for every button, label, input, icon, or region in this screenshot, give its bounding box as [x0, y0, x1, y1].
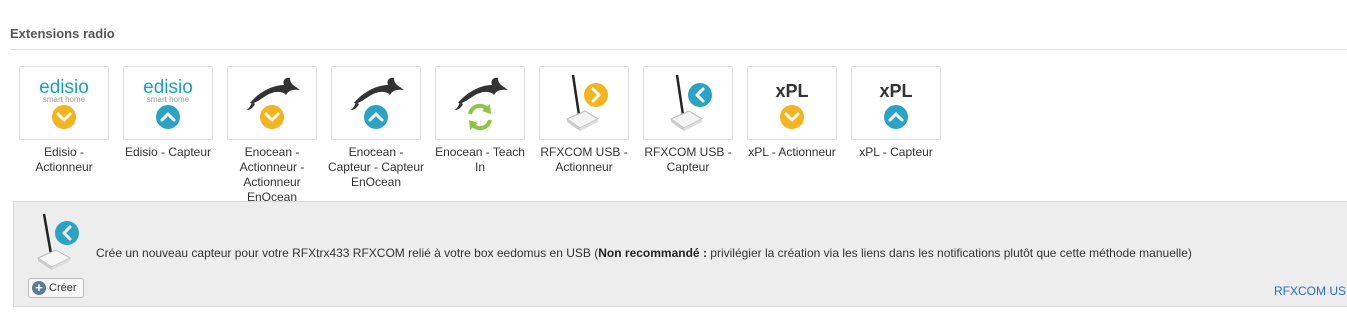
- warning-text: Non recommandé :: [598, 246, 707, 260]
- tile-label: Enocean - Actionneur - Actionneur EnOcea…: [239, 145, 305, 204]
- usb-receiver-icon: [669, 74, 712, 131]
- tile-enocean-teach-in[interactable]: Enocean - Teach In: [435, 66, 525, 216]
- tile-edisio-capteur[interactable]: edisio smart home Edisio - Capteur: [123, 66, 213, 216]
- chevron-down-icon: [260, 105, 284, 129]
- edisio-logo-icon: edisio smart home: [143, 77, 193, 129]
- tile-label: Enocean - Teach In: [435, 145, 525, 174]
- tile-edisio-actionneur[interactable]: edisio smart home Edisio - Actionneur: [19, 66, 109, 216]
- divider: [10, 49, 1347, 50]
- tile-label: Edisio - Capteur: [124, 145, 212, 159]
- brand-text: xPL: [775, 81, 808, 101]
- tile-enocean-actionneur[interactable]: Enocean - Actionneur - Actionneur EnOcea…: [227, 66, 317, 216]
- chevron-up-icon: [156, 105, 180, 129]
- dolphin-icon: [351, 77, 404, 129]
- description-text: Crée un nouveau capteur pour votre RFXtr…: [96, 246, 599, 260]
- tile-label: RFXCOM USB - Capteur: [644, 145, 732, 174]
- xpl-logo-icon: xPL: [775, 81, 809, 129]
- dolphin-icon: [247, 77, 300, 129]
- xpl-logo-icon: xPL: [879, 81, 913, 129]
- create-button-label: Créer: [49, 282, 77, 294]
- chevron-left-icon: [55, 221, 79, 245]
- chevron-up-icon: [364, 105, 388, 129]
- tile-label: Enocean - Capteur - Capteur EnOcean: [327, 145, 425, 189]
- tile-rfxcom-actionneur[interactable]: RFXCOM USB - Actionneur: [539, 66, 629, 216]
- usb-receiver-icon: [565, 74, 608, 131]
- chevron-left-icon: [688, 83, 712, 107]
- detail-panel: Crée un nouveau capteur pour votre RFXtr…: [13, 201, 1347, 307]
- edisio-logo-icon: edisio smart home: [39, 77, 89, 129]
- tile-xpl-capteur[interactable]: xPL xPL - Capteur: [851, 66, 941, 216]
- chevron-down-icon: [52, 105, 76, 129]
- section-title: Extensions radio: [10, 26, 115, 41]
- brand-text: xPL: [879, 81, 912, 101]
- tile-label: xPL - Actionneur: [748, 145, 836, 159]
- tile-xpl-actionneur[interactable]: xPL xPL - Actionneur: [747, 66, 837, 216]
- brand-subtext: smart home: [43, 95, 86, 104]
- chevron-right-icon: [584, 83, 608, 107]
- tile-rfxcom-capteur[interactable]: RFXCOM USB - Capteur: [643, 66, 733, 216]
- tile-enocean-capteur[interactable]: Enocean - Capteur - Capteur EnOcean: [328, 66, 424, 216]
- chevron-down-icon: [780, 105, 804, 129]
- plus-icon: +: [32, 281, 46, 295]
- tile-label: Edisio - Actionneur: [35, 145, 93, 174]
- create-button[interactable]: + Créer: [28, 278, 84, 298]
- refresh-icon: [468, 103, 492, 131]
- dolphin-icon: [455, 77, 508, 131]
- brand-subtext: smart home: [147, 95, 190, 104]
- rfxcom-usb-link[interactable]: RFXCOM USB: [1274, 284, 1347, 298]
- description-text-tail: privilégier la création via les liens da…: [706, 246, 1192, 260]
- tile-label: RFXCOM USB - Actionneur: [540, 145, 628, 174]
- tile-label: xPL - Capteur: [859, 145, 933, 159]
- panel-description: Crée un nouveau capteur pour votre RFXtr…: [96, 246, 1192, 260]
- usb-receiver-icon: [36, 213, 79, 270]
- chevron-up-icon: [884, 105, 908, 129]
